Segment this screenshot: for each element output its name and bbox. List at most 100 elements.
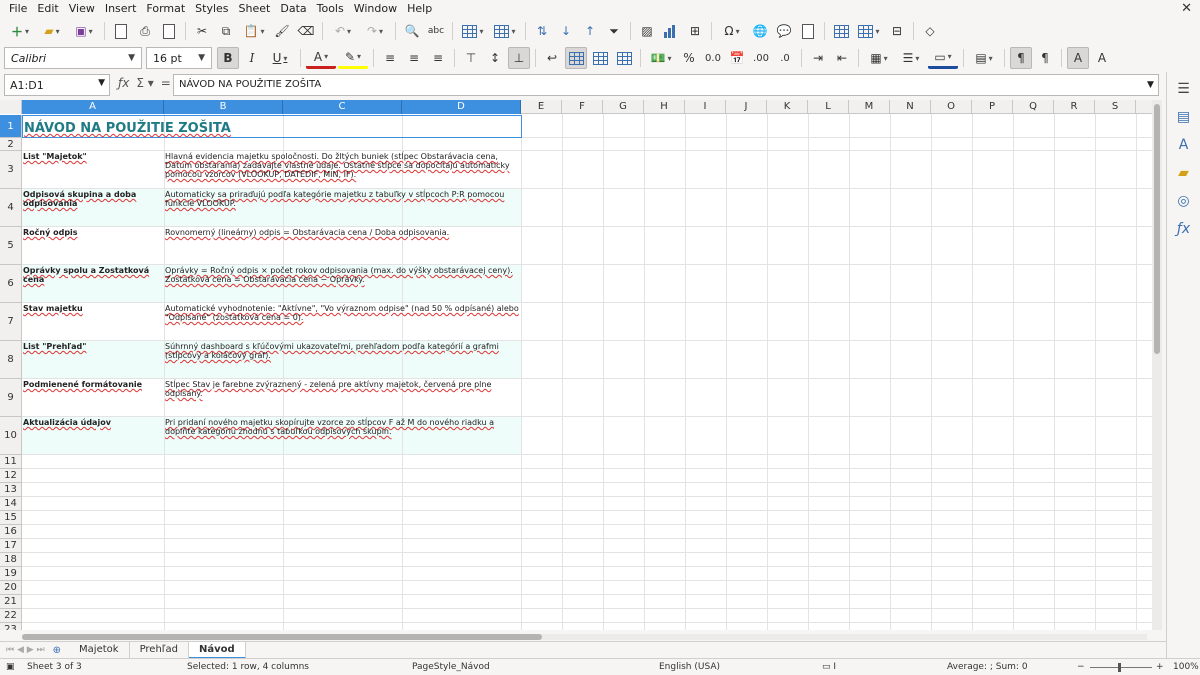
bold-icon[interactable]: B — [217, 47, 239, 69]
properties-icon[interactable]: ▤ — [1173, 106, 1195, 128]
gallery-icon[interactable]: ▰ — [1173, 162, 1195, 184]
underline-icon[interactable]: U — [265, 47, 295, 69]
row-header[interactable]: 16 — [0, 525, 22, 539]
description-cell[interactable]: Súhrnný dashboard s kľúčovými ukazovateľ… — [164, 341, 521, 379]
menu-edit[interactable]: Edit — [32, 0, 63, 18]
spelling-icon[interactable]: abc — [425, 20, 447, 42]
column-header[interactable]: L — [808, 100, 849, 114]
italic-icon[interactable]: I — [241, 47, 263, 69]
sort-icon[interactable]: ⇅ — [531, 20, 553, 42]
column-header[interactable]: G — [603, 100, 644, 114]
column-header[interactable]: I — [685, 100, 726, 114]
label-cell[interactable]: List "Majetok" — [22, 151, 164, 189]
merge-center-icon[interactable] — [565, 47, 587, 69]
close-document-icon[interactable]: ✕ — [1181, 0, 1192, 18]
functions-icon[interactable]: ƒx — [1173, 218, 1195, 240]
styles-icon[interactable]: A — [1173, 134, 1195, 156]
tab-majetok[interactable]: Majetok — [69, 641, 130, 659]
column-header[interactable]: C — [283, 100, 402, 114]
increase-indent-icon[interactable]: ⇥ — [807, 47, 829, 69]
add-sheet-icon[interactable]: ⊕ — [53, 645, 61, 656]
chevron-down-icon[interactable]: ▼ — [98, 78, 105, 88]
zoom-slider[interactable] — [1090, 667, 1152, 668]
tab-navod[interactable]: Návod — [189, 641, 246, 659]
row-header[interactable]: 3 — [0, 151, 22, 189]
merge-cells-icon[interactable] — [589, 47, 611, 69]
row-header[interactable]: 15 — [0, 511, 22, 525]
description-cell[interactable]: Oprávky = Ročný odpis × počet rokov odpi… — [164, 265, 521, 303]
conditional-format-icon[interactable]: ▤ — [969, 47, 999, 69]
menu-window[interactable]: Window — [349, 0, 402, 18]
row-header[interactable]: 12 — [0, 469, 22, 483]
description-cell[interactable]: Automatické vyhodnotenie: "Aktívne", "Vo… — [164, 303, 521, 341]
align-top-icon[interactable]: ⊤ — [460, 47, 482, 69]
row-header[interactable]: 8 — [0, 341, 22, 379]
menu-data[interactable]: Data — [275, 0, 311, 18]
vertical-scrollbar[interactable] — [1152, 100, 1162, 630]
row-header[interactable]: 1 — [0, 115, 22, 138]
row-header[interactable]: 19 — [0, 567, 22, 581]
define-print-area-icon[interactable] — [830, 20, 852, 42]
zoom-slider-knob[interactable] — [1118, 663, 1121, 672]
column-header[interactable]: N — [890, 100, 931, 114]
pivot-table-icon[interactable]: ⊞ — [684, 20, 706, 42]
borders-icon[interactable]: ▦ — [864, 47, 894, 69]
label-cell[interactable]: Podmienené formátovanie — [22, 379, 164, 417]
percent-format-icon[interactable]: % — [678, 47, 700, 69]
row-header[interactable]: 14 — [0, 497, 22, 511]
row-header[interactable]: 11 — [0, 455, 22, 469]
align-right-icon[interactable]: ≡ — [427, 47, 449, 69]
menu-view[interactable]: View — [64, 0, 100, 18]
wrap-text-icon[interactable]: ↩ — [541, 47, 563, 69]
new-document-icon[interactable]: ＋ — [5, 20, 35, 42]
print-icon[interactable]: ⎙ — [134, 20, 156, 42]
redo-icon[interactable]: ↷ — [360, 20, 390, 42]
menu-sheet[interactable]: Sheet — [234, 0, 276, 18]
autofilter-icon[interactable]: ⏷ — [603, 20, 625, 42]
formula-icon[interactable]: = — [161, 76, 171, 90]
insert-chart-icon[interactable] — [660, 20, 682, 42]
sort-descending-icon[interactable]: ↑ — [579, 20, 601, 42]
add-decimal-icon[interactable]: .00 — [750, 47, 772, 69]
column-icon[interactable] — [490, 20, 520, 42]
horizontal-scrollbar[interactable] — [22, 634, 1147, 640]
column-header[interactable]: E — [521, 100, 562, 114]
row-header[interactable]: 13 — [0, 483, 22, 497]
currency-format-icon[interactable]: 💵 — [646, 47, 676, 69]
find-replace-icon[interactable]: 🔍 — [401, 20, 423, 42]
horizontal-scroll-thumb[interactable] — [22, 634, 542, 640]
menu-tools[interactable]: Tools — [312, 0, 349, 18]
row-header[interactable]: 7 — [0, 303, 22, 341]
clone-formatting-icon[interactable]: 🖌 — [271, 20, 293, 42]
row-header[interactable]: 22 — [0, 609, 22, 623]
row-header[interactable]: 23 — [0, 623, 22, 630]
row-icon[interactable] — [458, 20, 488, 42]
zoom-in-icon[interactable]: + — [1156, 662, 1164, 672]
column-header[interactable]: S — [1095, 100, 1136, 114]
row-header[interactable]: 17 — [0, 539, 22, 553]
text-direction-vertical-icon[interactable]: A — [1091, 47, 1113, 69]
column-header[interactable]: F — [562, 100, 603, 114]
undo-icon[interactable]: ↶ — [328, 20, 358, 42]
column-header[interactable]: B — [164, 100, 283, 114]
description-cell[interactable]: Automaticky sa priraďujú podľa kategórie… — [164, 189, 521, 227]
vertical-scroll-thumb[interactable] — [1154, 104, 1160, 354]
special-character-icon[interactable]: Ω — [717, 20, 747, 42]
column-header[interactable]: H — [644, 100, 685, 114]
zoom-out-icon[interactable]: − — [1077, 662, 1085, 672]
align-left-icon[interactable]: ≡ — [379, 47, 401, 69]
description-cell[interactable]: Pri pridaní nového majetku skopírujte vz… — [164, 417, 521, 455]
paste-icon[interactable]: 📋 — [239, 20, 269, 42]
row-header[interactable]: 2 — [0, 138, 22, 151]
description-cell[interactable]: Rovnomerný (lineárny) odpis = Obstarávac… — [164, 227, 521, 265]
align-middle-icon[interactable]: ↕ — [484, 47, 506, 69]
row-header[interactable]: 10 — [0, 417, 22, 455]
row-header[interactable]: 21 — [0, 595, 22, 609]
right-to-left-icon[interactable]: ¶ — [1034, 47, 1056, 69]
menu-insert[interactable]: Insert — [100, 0, 142, 18]
sum-icon[interactable]: Σ ▾ — [136, 76, 153, 90]
split-window-icon[interactable]: ⊟ — [886, 20, 908, 42]
cut-icon[interactable]: ✂ — [191, 20, 213, 42]
row-header[interactable]: 20 — [0, 581, 22, 595]
sheet-nav-arrows-icon[interactable]: ⏮ ◀ ▶ ⏭ — [6, 645, 45, 655]
